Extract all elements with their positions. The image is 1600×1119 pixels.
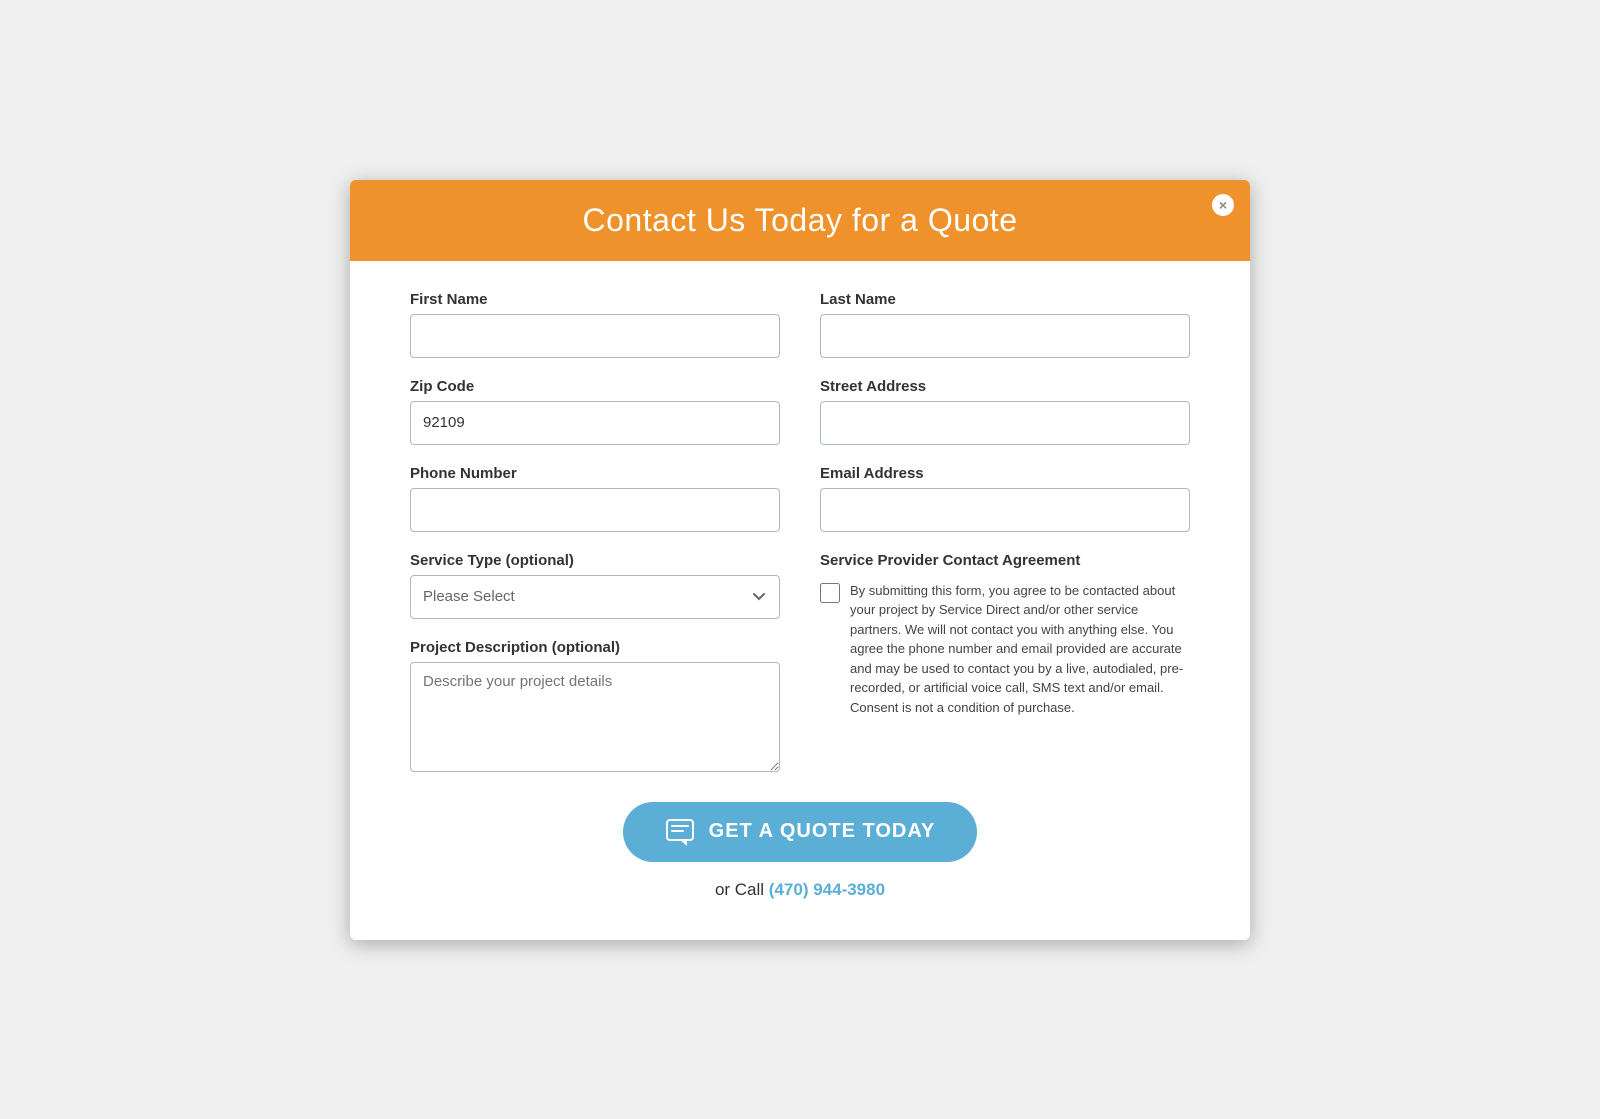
form-bottom: GET A QUOTE TODAY or Call (470) 944-3980 (410, 802, 1190, 900)
agreement-text: By submitting this form, you agree to be… (850, 581, 1190, 718)
right-column: Last Name Street Address Email Address S… (820, 291, 1190, 772)
modal-container: Contact Us Today for a Quote × First Nam… (350, 180, 1250, 940)
email-address-input[interactable] (820, 488, 1190, 532)
get-quote-label: GET A QUOTE TODAY (709, 820, 936, 843)
last-name-label: Last Name (820, 291, 1190, 308)
zip-code-input[interactable] (410, 401, 780, 445)
agreement-body: By submitting this form, you agree to be… (820, 581, 1190, 718)
service-type-label: Service Type (optional) (410, 552, 780, 569)
street-address-label: Street Address (820, 378, 1190, 395)
first-name-group: First Name (410, 291, 780, 358)
close-button[interactable]: × (1210, 192, 1236, 218)
last-name-group: Last Name (820, 291, 1190, 358)
phone-number-label: Phone Number (410, 465, 780, 482)
project-description-group: Project Description (optional) (410, 639, 780, 772)
get-quote-button[interactable]: GET A QUOTE TODAY (623, 802, 978, 862)
service-type-group: Service Type (optional) Please Select (410, 552, 780, 619)
agreement-checkbox[interactable] (820, 583, 840, 603)
street-address-group: Street Address (820, 378, 1190, 445)
project-description-textarea[interactable] (410, 662, 780, 772)
agreement-title: Service Provider Contact Agreement (820, 552, 1190, 569)
street-address-input[interactable] (820, 401, 1190, 445)
modal-title: Contact Us Today for a Quote (390, 202, 1210, 239)
phone-number-group: Phone Number (410, 465, 780, 532)
zip-code-label: Zip Code (410, 378, 780, 395)
left-column: First Name Zip Code Phone Number Service… (410, 291, 780, 772)
quote-icon (665, 818, 695, 846)
zip-code-group: Zip Code (410, 378, 780, 445)
call-prefix: or Call (715, 880, 764, 899)
agreement-section: Service Provider Contact Agreement By su… (820, 552, 1190, 718)
project-description-label: Project Description (optional) (410, 639, 780, 656)
last-name-input[interactable] (820, 314, 1190, 358)
email-address-label: Email Address (820, 465, 1190, 482)
modal-body: First Name Zip Code Phone Number Service… (350, 261, 1250, 940)
phone-number-input[interactable] (410, 488, 780, 532)
first-name-input[interactable] (410, 314, 780, 358)
service-type-select[interactable]: Please Select (410, 575, 780, 619)
call-text-container: or Call (470) 944-3980 (715, 880, 885, 900)
call-number-link[interactable]: (470) 944-3980 (769, 880, 885, 899)
modal-header: Contact Us Today for a Quote × (350, 180, 1250, 261)
first-name-label: First Name (410, 291, 780, 308)
email-address-group: Email Address (820, 465, 1190, 532)
